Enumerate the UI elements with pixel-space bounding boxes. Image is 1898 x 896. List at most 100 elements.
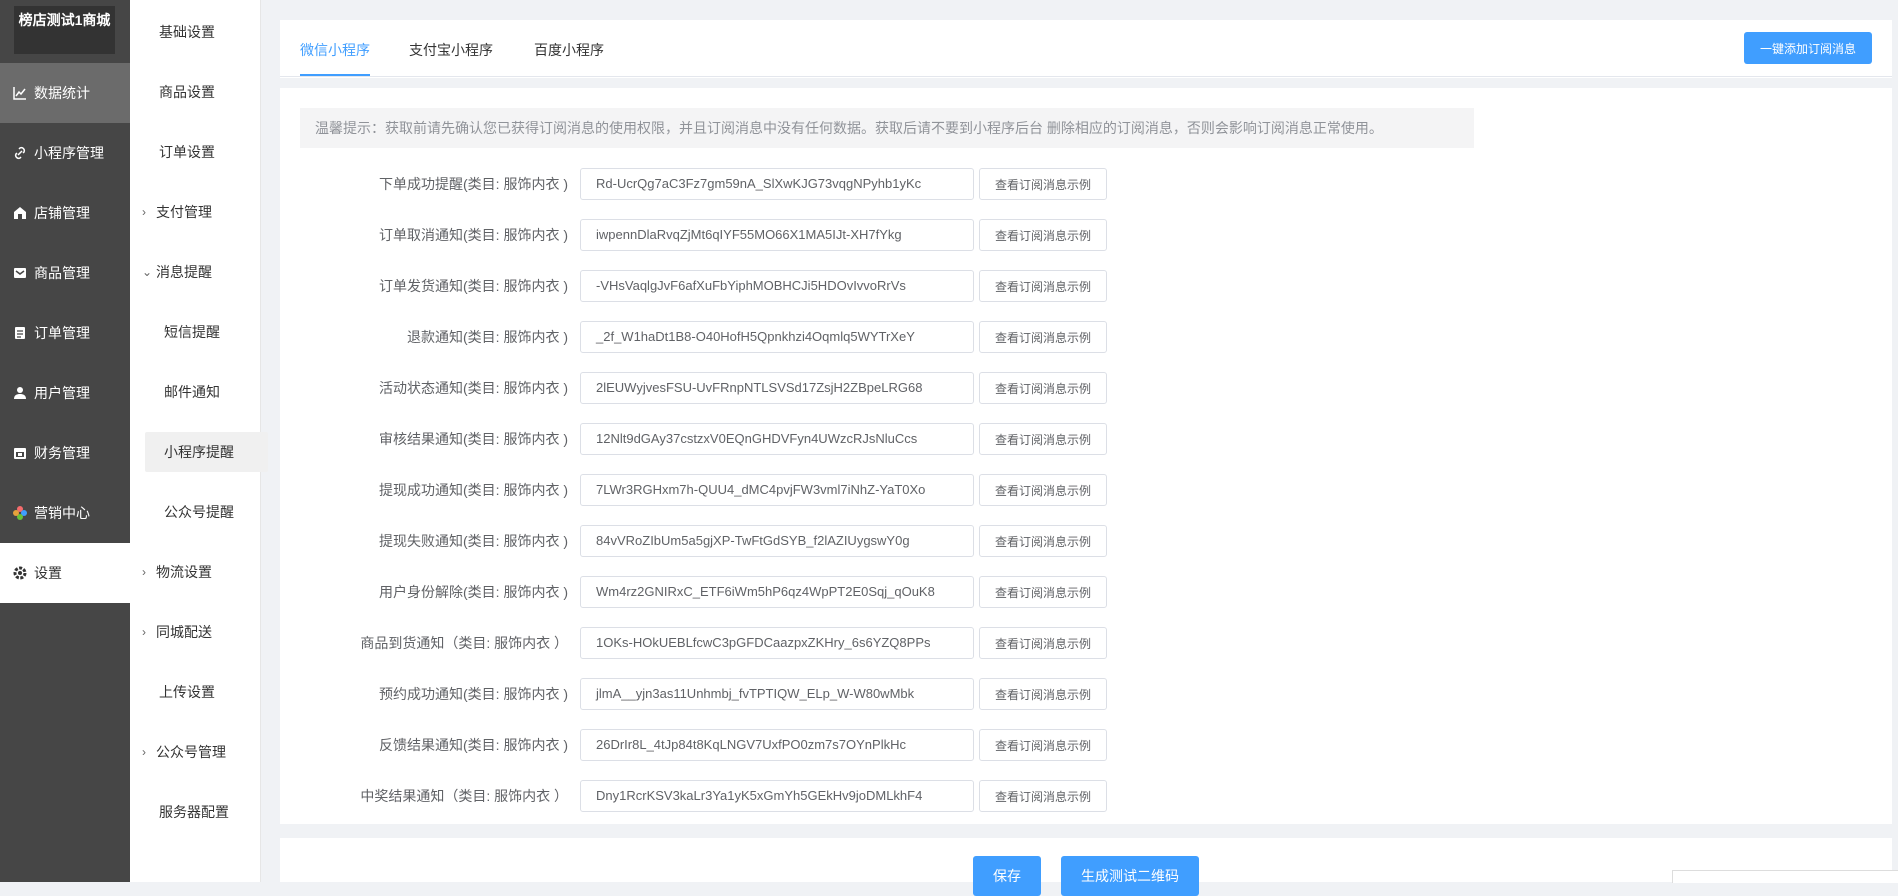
box-icon [12,265,28,281]
nav-goods[interactable]: 商品管理 [0,243,130,303]
submenu-message[interactable]: ⌄ 消息提醒 [130,252,260,292]
template-id-input[interactable]: Rd-UcrQg7aC3Fz7gm59nA_SlXwKJG73vqgNPyhb1… [580,168,974,200]
submenu-logistics[interactable]: › 物流设置 [130,552,260,592]
form-row: 提现失败通知(类目: 服饰内衣 ) 84vVRoZIbUm5a5gjXP-TwF… [280,525,1480,557]
form-row: 订单取消通知(类目: 服饰内衣 ) iwpennDlaRvqZjMt6qIYF5… [280,219,1480,251]
platform-tabs: 微信小程序 支付宝小程序 百度小程序 一键添加订阅消息 [280,20,1892,78]
submenu-order-settings[interactable]: 订单设置 [130,132,260,172]
template-id-input[interactable]: 12Nlt9dGAy37cstzxV0EQnGHDVFyn4UWzcRJsNlu… [580,423,974,455]
main-sidebar: 榜店测试1商城 数据统计 小程序管理 店铺管理 商品管理 订单管理 用户管理 财… [0,0,130,882]
link-icon [12,145,28,161]
row-label: 用户身份解除(类目: 服饰内衣 ) [379,584,568,600]
chevron-right-icon: › [142,565,146,579]
view-example-button[interactable]: 查看订阅消息示例 [979,729,1107,761]
nav-miniprogram[interactable]: 小程序管理 [0,123,130,183]
view-example-button[interactable]: 查看订阅消息示例 [979,168,1107,200]
submenu-sms[interactable]: 短信提醒 [130,312,260,352]
template-id-input[interactable]: 26DrIr8L_4tJp84t8KqLNGV7UxfPO0zm7s7OYnPl… [580,729,974,761]
view-example-button[interactable]: 查看订阅消息示例 [979,321,1107,353]
submenu-goods-settings[interactable]: 商品设置 [130,72,260,112]
view-example-button[interactable]: 查看订阅消息示例 [979,627,1107,659]
nav-users[interactable]: 用户管理 [0,363,130,423]
template-id-input[interactable]: 1OKs-HOkUEBLfcwC3pGFDCaazpxZKHry_6s6YZQ8… [580,627,974,659]
generate-qrcode-button[interactable]: 生成测试二维码 [1061,856,1199,896]
form-row: 活动状态通知(类目: 服饰内衣 ) 2lEUWyjvesFSU-UvFRnpNT… [280,372,1480,404]
form-row: 订单发货通知(类目: 服饰内衣 ) -VHsVaqlgJvF6afXuFbYip… [280,270,1480,302]
template-id-input[interactable]: 2lEUWyjvesFSU-UvFRnpNTLSVSd17ZsjH2ZBpeLR… [580,372,974,404]
nav-label: 小程序管理 [34,145,104,161]
nav-label: 订单管理 [34,325,90,341]
tab-baidu[interactable]: 百度小程序 [534,40,604,60]
nav-data-stats[interactable]: 数据统计 [0,63,130,123]
nav-label: 商品管理 [34,265,90,281]
row-label: 退款通知(类目: 服饰内衣 ) [407,329,568,345]
row-label: 活动状态通知(类目: 服饰内衣 ) [379,380,568,396]
nav-orders[interactable]: 订单管理 [0,303,130,363]
submenu-server[interactable]: 服务器配置 [130,792,260,832]
row-label: 审核结果通知(类目: 服饰内衣 ) [379,431,568,447]
template-id-input[interactable]: 7LWr3RGHxm7h-QUU4_dMC4pvjFW3vml7iNhZ-YaT… [580,474,974,506]
chevron-right-icon: › [142,625,146,639]
template-id-input[interactable]: -VHsVaqlgJvF6afXuFbYiphMOBHCJi5HDOvIvvoR… [580,270,974,302]
store-icon [12,205,28,221]
view-example-button[interactable]: 查看订阅消息示例 [979,678,1107,710]
nav-label: 营销中心 [34,505,90,521]
row-label: 商品到货通知（类目: 服饰内衣 ） [360,635,568,651]
save-button[interactable]: 保存 [973,856,1041,896]
template-id-input[interactable]: Wm4rz2GNIRxC_ETF6iWm5hP6qz4WpPT2E0Sqj_qO… [580,576,974,608]
submenu-local-delivery[interactable]: › 同城配送 [130,612,260,652]
submenu-official-account[interactable]: › 公众号管理 [130,732,260,772]
row-label: 反馈结果通知(类目: 服饰内衣 ) [379,737,568,753]
row-label: 提现失败通知(类目: 服饰内衣 ) [379,533,568,549]
submenu-miniprogram-remind[interactable]: 小程序提醒 [145,432,268,472]
nav-label: 财务管理 [34,445,90,461]
submenu-upload[interactable]: 上传设置 [130,672,260,712]
form-row: 中奖结果通知（类目: 服饰内衣 ） Dny1RcrKSV3kaLr3Ya1yK5… [280,780,1480,812]
form-row: 用户身份解除(类目: 服饰内衣 ) Wm4rz2GNIRxC_ETF6iWm5h… [280,576,1480,608]
submenu-label: 同城配送 [156,624,212,640]
row-label: 中奖结果通知（类目: 服饰内衣 ） [360,788,568,804]
action-bar: 保存 生成测试二维码 [280,838,1892,896]
tab-divider [280,76,1892,77]
nav-settings[interactable]: 设置 [0,543,130,603]
view-example-button[interactable]: 查看订阅消息示例 [979,576,1107,608]
nav-label: 设置 [34,565,62,581]
submenu-label: 物流设置 [156,564,212,580]
chevron-right-icon: › [142,205,146,219]
add-subscription-button[interactable]: 一键添加订阅消息 [1744,32,1872,64]
template-id-input[interactable]: iwpennDlaRvqZjMt6qIYF55MO66X1MA5IJt-XH7f… [580,219,974,251]
view-example-button[interactable]: 查看订阅消息示例 [979,219,1107,251]
template-id-input[interactable]: 84vVRoZIbUm5a5gjXP-TwFtGdSYB_f2lAZIUygsw… [580,525,974,557]
view-example-button[interactable]: 查看订阅消息示例 [979,270,1107,302]
calendar-icon [12,445,28,461]
user-icon [12,385,28,401]
tab-wechat[interactable]: 微信小程序 [300,40,370,60]
clipboard-icon [12,325,28,341]
view-example-button[interactable]: 查看订阅消息示例 [979,423,1107,455]
chevron-right-icon: › [142,745,146,759]
nav-marketing[interactable]: 营销中心 [0,483,130,543]
view-example-button[interactable]: 查看订阅消息示例 [979,525,1107,557]
row-label: 订单取消通知(类目: 服饰内衣 ) [379,227,568,243]
nav-finance[interactable]: 财务管理 [0,423,130,483]
nav-store[interactable]: 店铺管理 [0,183,130,243]
nav-label: 数据统计 [34,85,90,101]
view-example-button[interactable]: 查看订阅消息示例 [979,780,1107,812]
template-id-input[interactable]: Dny1RcrKSV3kaLr3Ya1yK5xGmYh5GEkHv9joDMLk… [580,780,974,812]
submenu-email[interactable]: 邮件通知 [130,372,260,412]
view-example-button[interactable]: 查看订阅消息示例 [979,372,1107,404]
submenu-basic-settings[interactable]: 基础设置 [130,12,260,52]
flower-icon [12,505,28,521]
chart-line-icon [12,85,28,101]
form-row: 反馈结果通知(类目: 服饰内衣 ) 26DrIr8L_4tJp84t8KqLNG… [280,729,1480,761]
template-id-input[interactable]: jlmA__yjn3as11Unhmbj_fvTPTIQW_ELp_W-W80w… [580,678,974,710]
template-id-input[interactable]: _2f_W1haDt1B8-O40HofH5Qpnkhzi4Oqmlq5WYTr… [580,321,974,353]
view-example-button[interactable]: 查看订阅消息示例 [979,474,1107,506]
floating-widget-edge [1672,870,1898,883]
submenu-payment[interactable]: › 支付管理 [130,192,260,232]
tab-alipay[interactable]: 支付宝小程序 [409,40,493,60]
subscription-form: 温馨提示：获取前请先确认您已获得订阅消息的使用权限，并且订阅消息中没有任何数据。… [280,88,1892,824]
form-row: 预约成功通知(类目: 服饰内衣 ) jlmA__yjn3as11Unhmbj_f… [280,678,1480,710]
submenu-official-remind[interactable]: 公众号提醒 [130,492,260,532]
settings-submenu: 基础设置 商品设置 订单设置 › 支付管理 ⌄ 消息提醒 短信提醒 邮件通知 小… [130,0,268,882]
